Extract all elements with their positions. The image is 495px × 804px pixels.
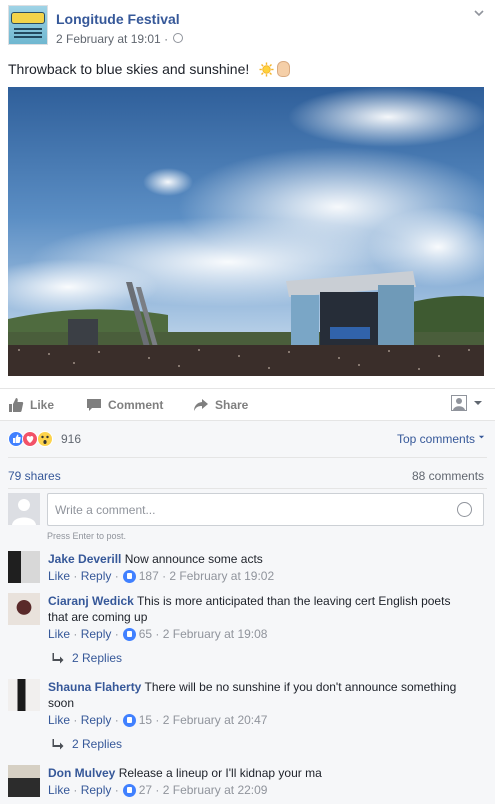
comment-text: Now announce some acts xyxy=(124,552,263,566)
comment-body: Ciaranj Wedick This is more anticipated … xyxy=(48,593,468,625)
commenter-name[interactable]: Ciaranj Wedick xyxy=(48,594,134,608)
commenter-avatar[interactable] xyxy=(8,679,40,711)
like-badge-icon xyxy=(122,783,136,797)
separator: · xyxy=(158,569,170,583)
divider xyxy=(8,488,487,489)
separator: · xyxy=(152,783,163,797)
comment-like-link[interactable]: Like xyxy=(48,627,70,641)
commenter-avatar[interactable] xyxy=(8,593,40,625)
comment-body: Don Mulvey Release a lineup or I'll kidn… xyxy=(48,765,468,781)
separator: · xyxy=(70,627,81,641)
like-badge-icon xyxy=(122,569,136,583)
caret-down-icon xyxy=(474,401,482,405)
comment-button[interactable]: Comment xyxy=(86,397,163,413)
comment-meta: Like · Reply · 65 · 2 February at 19:08 xyxy=(48,627,267,641)
comment-time[interactable]: 2 February at 22:09 xyxy=(163,783,268,797)
page-avatar[interactable] xyxy=(8,5,48,45)
comment-like-link[interactable]: Like xyxy=(48,783,70,797)
comment-time[interactable]: 2 February at 19:08 xyxy=(163,627,268,641)
replies-label: 2 Replies xyxy=(72,737,123,751)
comment-like-count[interactable]: 15 xyxy=(139,713,152,727)
separator: · xyxy=(70,783,81,797)
comment-text: Release a lineup or I'll kidnap your ma xyxy=(118,766,322,780)
comment-meta: Like · Reply · 27 · 2 February at 22:09 xyxy=(48,783,267,797)
share-button[interactable]: Share xyxy=(193,397,248,413)
post-text: Throwback to blue skies and sunshine! xyxy=(8,61,250,77)
ok-hand-icon xyxy=(277,61,290,77)
separator: · xyxy=(111,569,119,583)
separator: · xyxy=(152,713,163,727)
commenter-name[interactable]: Jake Deverill xyxy=(48,552,121,566)
separator: · xyxy=(111,713,119,727)
profile-icon xyxy=(451,395,467,411)
comment-like-link[interactable]: Like xyxy=(48,569,70,583)
comment-like-count[interactable]: 187 xyxy=(139,569,159,583)
like-badge-icon xyxy=(122,627,136,641)
comment-time[interactable]: 2 February at 19:02 xyxy=(169,569,274,583)
chevron-down-icon[interactable] xyxy=(472,6,486,20)
commenter-name[interactable]: Shauna Flaherty xyxy=(48,680,141,694)
comment-meta: Like · Reply · 15 · 2 February at 20:47 xyxy=(48,713,267,727)
separator: · xyxy=(111,627,119,641)
share-label: Share xyxy=(215,398,249,412)
commenter-avatar[interactable] xyxy=(8,551,40,583)
view-replies-link[interactable]: 2 Replies xyxy=(52,737,122,751)
comments-count[interactable]: 88 comments xyxy=(412,469,484,483)
comment-like-count[interactable]: 65 xyxy=(139,627,152,641)
top-comments-label: Top comments xyxy=(397,432,476,446)
globe-icon xyxy=(173,33,183,43)
comment-like-count[interactable]: 27 xyxy=(139,783,152,797)
comment-time[interactable]: 2 February at 20:47 xyxy=(163,713,268,727)
press-enter-hint: Press Enter to post. xyxy=(47,531,127,541)
post-action-bar: Like Comment Share xyxy=(0,388,495,420)
like-button[interactable]: Like xyxy=(8,397,54,413)
festival-logo-icon xyxy=(11,12,45,24)
comment-reply-link[interactable]: Reply xyxy=(81,713,112,727)
separator: · xyxy=(152,627,163,641)
view-replies-link[interactable]: 2 Replies xyxy=(52,651,122,665)
comment-meta: Like · Reply · 187 · 2 February at 19:02 xyxy=(48,569,274,583)
user-avatar xyxy=(8,493,40,525)
page-name-link[interactable]: Longitude Festival xyxy=(56,11,180,27)
separator: · xyxy=(70,569,81,583)
commenter-avatar[interactable] xyxy=(8,765,40,797)
comment-reply-link[interactable]: Reply xyxy=(81,783,112,797)
audience-selector[interactable] xyxy=(451,395,483,411)
comment-body: Jake Deverill Now announce some acts xyxy=(48,551,468,567)
divider xyxy=(8,457,487,458)
emoji-picker-icon[interactable] xyxy=(457,502,472,517)
post-timestamp[interactable]: 2 February at 19:01 · xyxy=(56,32,168,46)
comment-placeholder: Write a comment... xyxy=(55,503,156,517)
caret-down-icon xyxy=(479,435,485,439)
like-label: Like xyxy=(30,398,55,412)
separator: · xyxy=(111,783,119,797)
replies-label: 2 Replies xyxy=(72,651,123,665)
separator: · xyxy=(70,713,81,727)
comment-body: Shauna Flaherty There will be no sunshin… xyxy=(48,679,468,711)
top-comments-dropdown[interactable]: Top comments xyxy=(397,432,485,446)
post-photo[interactable] xyxy=(8,87,484,376)
share-arrow-icon xyxy=(194,399,208,411)
reaction-count[interactable]: 916 xyxy=(61,432,81,446)
sun-icon xyxy=(259,62,274,77)
reply-arrow-icon xyxy=(52,739,64,750)
commenter-name[interactable]: Don Mulvey xyxy=(48,766,115,780)
reply-arrow-icon xyxy=(52,653,64,664)
reaction-icons[interactable] xyxy=(8,430,60,448)
thumbs-up-icon xyxy=(9,398,24,412)
like-badge-icon xyxy=(122,713,136,727)
shares-link[interactable]: 79 shares xyxy=(8,469,61,483)
comment-reply-link[interactable]: Reply xyxy=(81,569,112,583)
speech-bubble-icon xyxy=(87,399,101,411)
comment-like-link[interactable]: Like xyxy=(48,713,70,727)
logo-text-lines xyxy=(14,28,42,40)
comment-reply-link[interactable]: Reply xyxy=(81,627,112,641)
comment-label: Comment xyxy=(108,398,164,412)
